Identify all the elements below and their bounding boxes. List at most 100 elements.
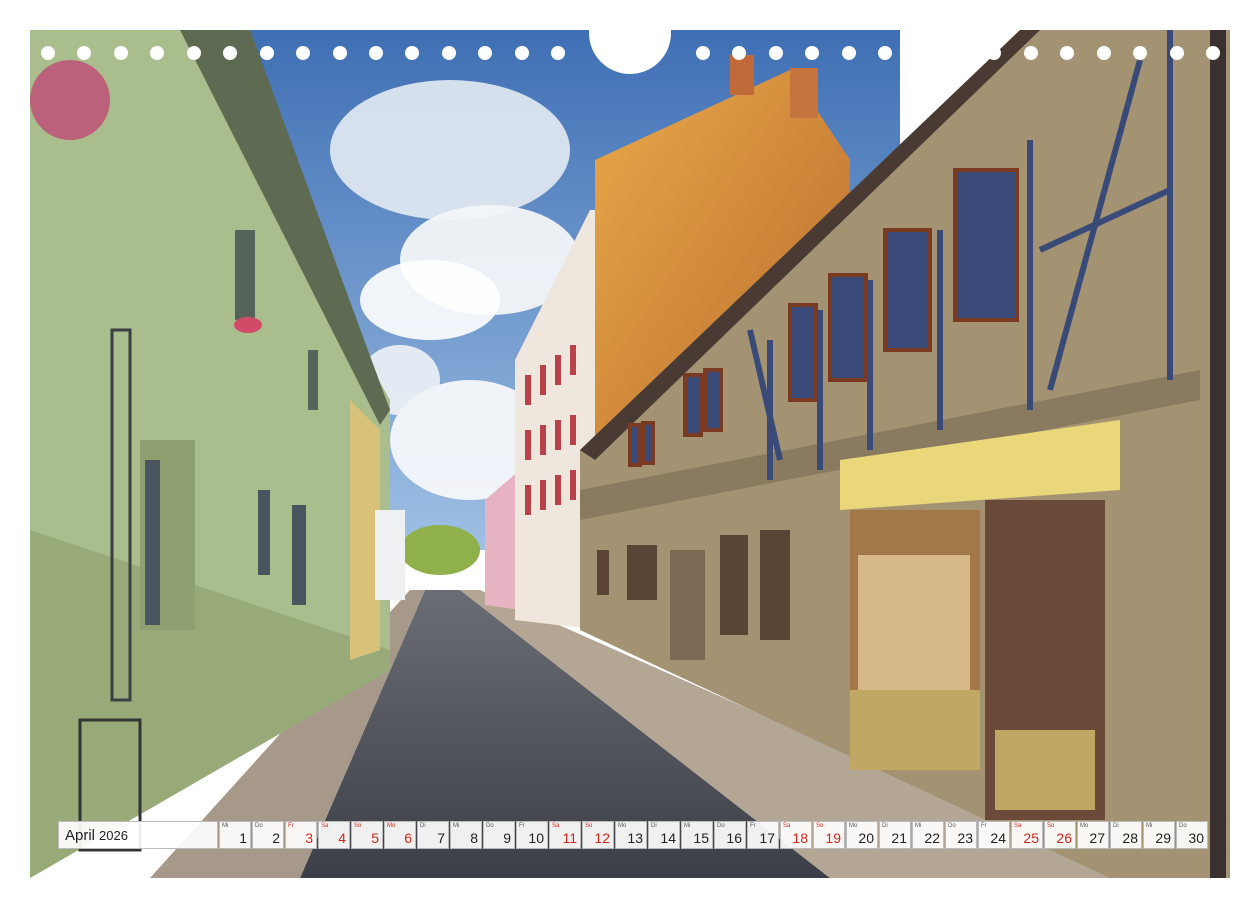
- day-number: 16: [726, 830, 742, 846]
- day-number: 29: [1155, 830, 1171, 846]
- weekday-abbrev: Sa: [552, 823, 560, 829]
- calendar-day-cell: Mi 22: [912, 821, 944, 849]
- month-name: April: [65, 826, 96, 844]
- day-number: 13: [627, 830, 643, 846]
- calendar-day-cell: Fr 10: [516, 821, 548, 849]
- weekday-abbrev: Mo: [618, 823, 627, 829]
- day-number: 1: [239, 830, 247, 846]
- weekday-abbrev: Di: [882, 823, 888, 829]
- calendar-day-cell: Mi 8: [450, 821, 482, 849]
- binding-hole: [114, 46, 128, 60]
- weekday-abbrev: Di: [651, 823, 657, 829]
- day-number: 20: [858, 830, 874, 846]
- month-label-box: April 2026: [58, 821, 218, 849]
- calendar-day-cell: So 5: [351, 821, 383, 849]
- calendar-day-cell: Sa 11: [549, 821, 581, 849]
- weekday-abbrev: Mi: [684, 823, 691, 829]
- weekday-abbrev: Sa: [783, 823, 791, 829]
- calendar-day-cell: Do 9: [483, 821, 515, 849]
- calendar-day-cell: Mi 15: [681, 821, 713, 849]
- binding-hole: [805, 46, 819, 60]
- day-number: 7: [437, 830, 445, 846]
- day-number: 12: [594, 830, 610, 846]
- binding-hole: [1060, 46, 1074, 60]
- weekday-abbrev: Mo: [387, 823, 396, 829]
- weekday-abbrev: Mo: [1080, 823, 1089, 829]
- calendar-day-cell: Do 30: [1176, 821, 1208, 849]
- day-number: 6: [404, 830, 412, 846]
- binding-hole: [515, 46, 529, 60]
- weekday-abbrev: Fr: [981, 823, 987, 829]
- day-number: 25: [1023, 830, 1039, 846]
- calendar-strip: April 2026 Mi 1 Do 2 Fr 3 Sa 4 So 5 Mo 6 Di 7 Mi 8 Do 9 Fr…: [58, 821, 1208, 849]
- weekday-abbrev: Do: [717, 823, 725, 829]
- day-number: 19: [825, 830, 841, 846]
- day-number: 11: [562, 830, 577, 846]
- binding-hole: [732, 46, 746, 60]
- weekday-abbrev: Do: [1179, 823, 1187, 829]
- day-number: 30: [1188, 830, 1204, 846]
- binding-hole: [1097, 46, 1111, 60]
- calendar-day-cell: Sa 4: [318, 821, 350, 849]
- weekday-abbrev: Mi: [453, 823, 460, 829]
- weekday-abbrev: Mi: [915, 823, 922, 829]
- weekday-abbrev: Fr: [288, 823, 294, 829]
- day-number: 9: [503, 830, 511, 846]
- day-number: 3: [305, 830, 313, 846]
- day-number: 27: [1089, 830, 1105, 846]
- day-number: 17: [759, 830, 775, 846]
- binding-hole: [1024, 46, 1038, 60]
- day-number: 21: [891, 830, 907, 846]
- weekday-abbrev: So: [354, 823, 362, 829]
- binding-hole: [150, 46, 164, 60]
- calendar-day-cell: Di 14: [648, 821, 680, 849]
- calendar-day-cell: So 12: [582, 821, 614, 849]
- weekday-abbrev: So: [1047, 823, 1055, 829]
- binding-hole: [77, 46, 91, 60]
- binding-hole: [1133, 46, 1147, 60]
- calendar-day-cell: Mo 27: [1077, 821, 1109, 849]
- day-number: 24: [990, 830, 1006, 846]
- weekday-abbrev: Di: [420, 823, 426, 829]
- weekday-abbrev: Fr: [750, 823, 756, 829]
- calendar-day-cell: Do 23: [945, 821, 977, 849]
- calendar-day-cell: Mo 13: [615, 821, 647, 849]
- binding-hole: [878, 46, 892, 60]
- binding-hole: [987, 46, 1001, 60]
- calendar-day-cell: Di 7: [417, 821, 449, 849]
- day-number: 14: [660, 830, 676, 846]
- binding-hole: [260, 46, 274, 60]
- calendar-day-cell: So 19: [813, 821, 845, 849]
- binding-hole: [1170, 46, 1184, 60]
- day-number: 18: [792, 830, 808, 846]
- calendar-day-cell: Do 16: [714, 821, 746, 849]
- calendar-day-cell: Fr 17: [747, 821, 779, 849]
- calendar-day-cell: Mi 29: [1143, 821, 1175, 849]
- street-photo: [30, 30, 1230, 878]
- binding-hole: [915, 46, 929, 60]
- weekday-abbrev: Do: [255, 823, 263, 829]
- binding-hole: [842, 46, 856, 60]
- calendar-day-cell: Fr 24: [978, 821, 1010, 849]
- calendar-day-cell: Di 28: [1110, 821, 1142, 849]
- calendar-day-cell: Sa 25: [1011, 821, 1043, 849]
- binding-hole: [696, 46, 710, 60]
- binding-hole: [296, 46, 310, 60]
- day-number: 8: [470, 830, 478, 846]
- day-number: 2: [272, 830, 280, 846]
- binding-hole: [442, 46, 456, 60]
- day-number: 23: [957, 830, 973, 846]
- binding-hole: [333, 46, 347, 60]
- calendar-day-cell: Fr 3: [285, 821, 317, 849]
- binding-hole: [187, 46, 201, 60]
- weekday-abbrev: Mi: [222, 823, 229, 829]
- day-number: 26: [1056, 830, 1072, 846]
- weekday-abbrev: Mi: [1146, 823, 1153, 829]
- calendar-day-cell: Mo 20: [846, 821, 878, 849]
- weekday-abbrev: So: [816, 823, 824, 829]
- weekday-abbrev: Sa: [1014, 823, 1022, 829]
- weekday-abbrev: Do: [948, 823, 956, 829]
- weekday-abbrev: Mo: [849, 823, 858, 829]
- day-number: 10: [528, 830, 544, 846]
- day-number: 5: [371, 830, 379, 846]
